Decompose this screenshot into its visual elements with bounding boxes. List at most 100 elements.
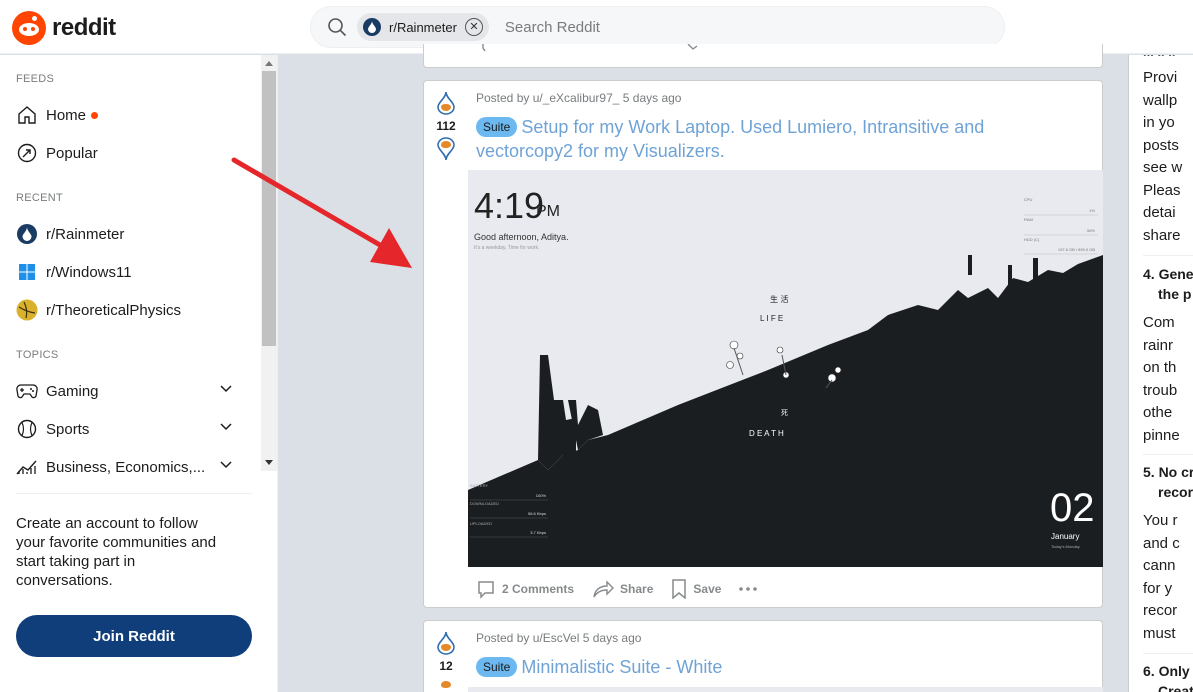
- stat-label: DOWNLOADED: [470, 501, 499, 506]
- sidebar-item-label: Popular: [46, 144, 98, 162]
- rule-heading[interactable]: 6. Only: [1143, 661, 1190, 681]
- widget-time: 4:19: [474, 185, 544, 226]
- save-label: Save: [693, 582, 722, 596]
- downvote-icon[interactable]: [436, 137, 456, 161]
- vote-count: 12: [439, 659, 453, 673]
- widget-weekday: Today's Monday: [1051, 544, 1080, 549]
- share-label: Share: [620, 582, 654, 596]
- search-input[interactable]: Search Reddit: [505, 19, 600, 36]
- popular-icon: [16, 142, 38, 164]
- rule-line: othe: [1143, 404, 1173, 421]
- scroll-down-arrow-icon[interactable]: [265, 460, 273, 465]
- post-actions: 2 Comments Share Save: [476, 577, 781, 601]
- more-icon: [739, 587, 758, 591]
- stat-value: 100%: [536, 493, 547, 498]
- chip-close-icon[interactable]: ✕: [464, 18, 483, 36]
- sidebar-item-sports[interactable]: Sports: [16, 411, 242, 447]
- more-options-button[interactable]: [739, 587, 763, 591]
- rule-line: posts: [1143, 136, 1179, 154]
- post-flair[interactable]: Suite: [476, 117, 518, 137]
- post-image[interactable]: [468, 687, 1103, 692]
- death-cn-text: 死: [781, 409, 788, 417]
- sidebar-item-home[interactable]: Home: [16, 97, 242, 133]
- rule-line: must: [1143, 624, 1176, 642]
- post-title-text[interactable]: Minimalistic Suite - White: [521, 657, 722, 677]
- save-button[interactable]: Save: [671, 579, 721, 599]
- rule-heading[interactable]: 4. Gene: [1143, 264, 1193, 284]
- downvote-icon[interactable]: [436, 677, 456, 691]
- rule-heading[interactable]: recor: [1158, 482, 1193, 502]
- widget-subgreeting: It's a weekday. Time for work.: [474, 245, 539, 251]
- rule-line: share: [1143, 226, 1181, 244]
- search-bar[interactable]: r/Rainmeter ✕ Search Reddit: [310, 6, 1005, 48]
- rule-line: see w: [1143, 159, 1183, 176]
- chevron-down-icon[interactable]: [220, 385, 232, 393]
- reddit-snoo-icon: [12, 11, 46, 45]
- post-flair[interactable]: Suite: [476, 657, 518, 677]
- widget-ampm: PM: [536, 203, 560, 220]
- share-button[interactable]: Share: [592, 580, 653, 598]
- post-card[interactable]: 12 Posted by u/EscVel 5 days ago Suite Mi…: [423, 620, 1103, 692]
- rule-line: Pleas: [1143, 181, 1181, 199]
- stat-label: HDD (C): [1024, 237, 1040, 242]
- sidebar-item-rainmeter[interactable]: r/Rainmeter: [16, 216, 242, 252]
- chevron-down-icon[interactable]: [220, 423, 232, 431]
- rule-line: Provi: [1143, 69, 1178, 86]
- post-title-text[interactable]: Setup for my Work Laptop. Used Lumiero, …: [476, 117, 984, 161]
- stat-label: BATTERY: [470, 483, 488, 488]
- life-text: L I F E: [760, 314, 783, 323]
- join-reddit-button[interactable]: Join Reddit: [16, 615, 252, 657]
- comments-label: 2 Comments: [502, 582, 575, 596]
- upvote-icon[interactable]: [436, 631, 456, 655]
- rule-line: You r: [1143, 512, 1178, 529]
- widget-month: January: [1051, 532, 1079, 541]
- sidebar-item-label: Gaming: [46, 382, 99, 400]
- sidebar-item-label: r/TheoreticalPhysics: [46, 301, 182, 319]
- rule-line: detai: [1143, 204, 1176, 221]
- post-title[interactable]: Suite Minimalistic Suite - White: [476, 655, 1046, 679]
- post-title[interactable]: Suite Setup for my Work Laptop. Used Lumi…: [476, 115, 1046, 163]
- windows-icon: [16, 261, 38, 283]
- left-sidebar: FEEDS Home Popular RECENT r/Rainmeter r/…: [0, 55, 278, 692]
- widget-day: 02: [1050, 486, 1095, 530]
- rule-line: and c: [1143, 534, 1180, 552]
- rule-heading[interactable]: the p: [1158, 284, 1191, 304]
- subreddit-filter-chip: r/Rainmeter ✕: [357, 13, 489, 41]
- scroll-up-arrow-icon[interactable]: [265, 61, 273, 66]
- upvote-icon[interactable]: [436, 91, 456, 115]
- previous-post-card: [423, 44, 1103, 68]
- sidebar-item-business[interactable]: Business, Economics,...: [16, 449, 242, 485]
- logo-wordmark: reddit: [52, 14, 116, 41]
- chevron-down-icon[interactable]: [220, 461, 232, 469]
- sidebar-item-windows11[interactable]: r/Windows11: [16, 254, 242, 290]
- physics-icon: [16, 299, 38, 321]
- rule-line: wallp: [1143, 91, 1178, 109]
- comment-icon: [478, 581, 494, 599]
- gamepad-icon: [16, 380, 38, 402]
- reddit-logo[interactable]: reddit: [12, 11, 116, 45]
- rule-line: recor: [1143, 602, 1178, 619]
- sidebar-item-theoreticalphysics[interactable]: r/TheoreticalPhysics: [16, 292, 242, 328]
- sidebar-item-label: Business, Economics,...: [46, 458, 206, 476]
- sidebar-scrollbar[interactable]: [261, 55, 277, 471]
- sidebar-item-label: Home: [46, 106, 87, 124]
- post-image[interactable]: 4:19 PM Good afternoon, Aditya. It's a w…: [468, 170, 1103, 567]
- rule-heading[interactable]: Creat: [1158, 681, 1193, 692]
- stat-value: 56.6 Kbps: [528, 511, 546, 516]
- sidebar-item-label: Sports: [46, 420, 90, 438]
- stat-label: CPU: [1024, 197, 1033, 202]
- post-card[interactable]: 112 Posted by u/_eXcalibur97_ 5 days ago…: [423, 80, 1103, 608]
- sidebar-item-popular[interactable]: Popular: [16, 135, 242, 171]
- sidebar-item-label: r/Rainmeter: [46, 225, 125, 243]
- rule-heading[interactable]: 5. No cr: [1143, 462, 1193, 482]
- stat-label: RAM: [1024, 217, 1033, 222]
- share-icon: [687, 44, 698, 50]
- sidebar-item-gaming[interactable]: Gaming: [16, 373, 242, 409]
- chip-label: r/Rainmeter: [389, 19, 457, 35]
- stat-value: 1%: [1089, 208, 1095, 213]
- rule-divider: [1143, 454, 1193, 455]
- chart-icon: [16, 456, 38, 478]
- scrollbar-thumb[interactable]: [262, 71, 276, 346]
- community-rules-panel: ... .. .. Provi wallp in yo posts see w …: [1128, 55, 1193, 692]
- comments-button[interactable]: 2 Comments: [476, 579, 574, 599]
